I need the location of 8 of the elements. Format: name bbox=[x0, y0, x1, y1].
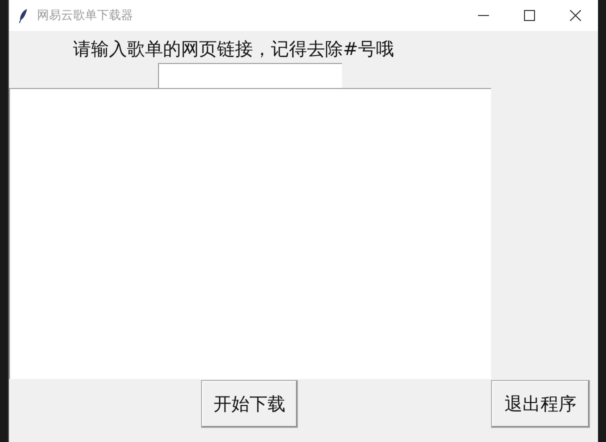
url-field[interactable] bbox=[158, 63, 342, 88]
feather-icon bbox=[18, 8, 28, 24]
close-icon[interactable] bbox=[570, 10, 580, 21]
window-title: 网易云歌单下载器 bbox=[37, 7, 133, 24]
maximize-icon[interactable] bbox=[524, 10, 534, 21]
exit-button[interactable]: 退出程序 bbox=[491, 380, 590, 428]
prompt-label: 请输入歌单的网页链接，记得去除#号哦 bbox=[73, 38, 396, 62]
start-download-button[interactable]: 开始下载 bbox=[201, 380, 298, 428]
